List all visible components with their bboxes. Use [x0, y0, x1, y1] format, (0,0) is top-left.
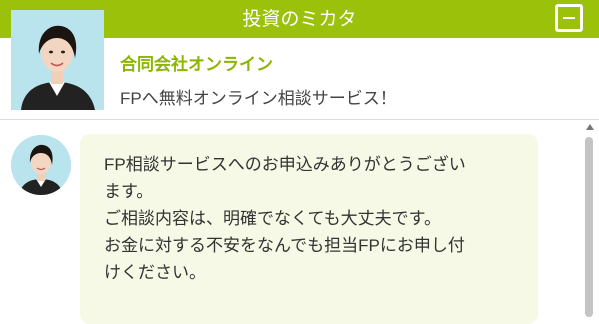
agent-avatar	[11, 135, 71, 195]
message-text: FP相談サービスへのお申込みありがとうござい ます。 ご相談内容は、明確でなくて…	[104, 155, 466, 282]
agent-avatar-image	[11, 135, 71, 195]
company-name: 合同会社オンライン	[120, 55, 273, 74]
scroll-thumb[interactable]	[585, 137, 593, 317]
scroll-up-arrow-icon[interactable]	[586, 124, 594, 130]
agent-portrait-image	[11, 10, 104, 110]
service-tagline: FPへ無料オンライン相談サービス！	[120, 89, 397, 108]
agent-message-bubble: FP相談サービスへのお申込みありがとうござい ます。 ご相談内容は、明確でなくて…	[80, 134, 538, 324]
minimize-icon	[563, 17, 575, 19]
chat-scrollbar[interactable]	[584, 122, 596, 317]
agent-photo	[11, 10, 104, 110]
minimize-button[interactable]	[555, 4, 583, 32]
